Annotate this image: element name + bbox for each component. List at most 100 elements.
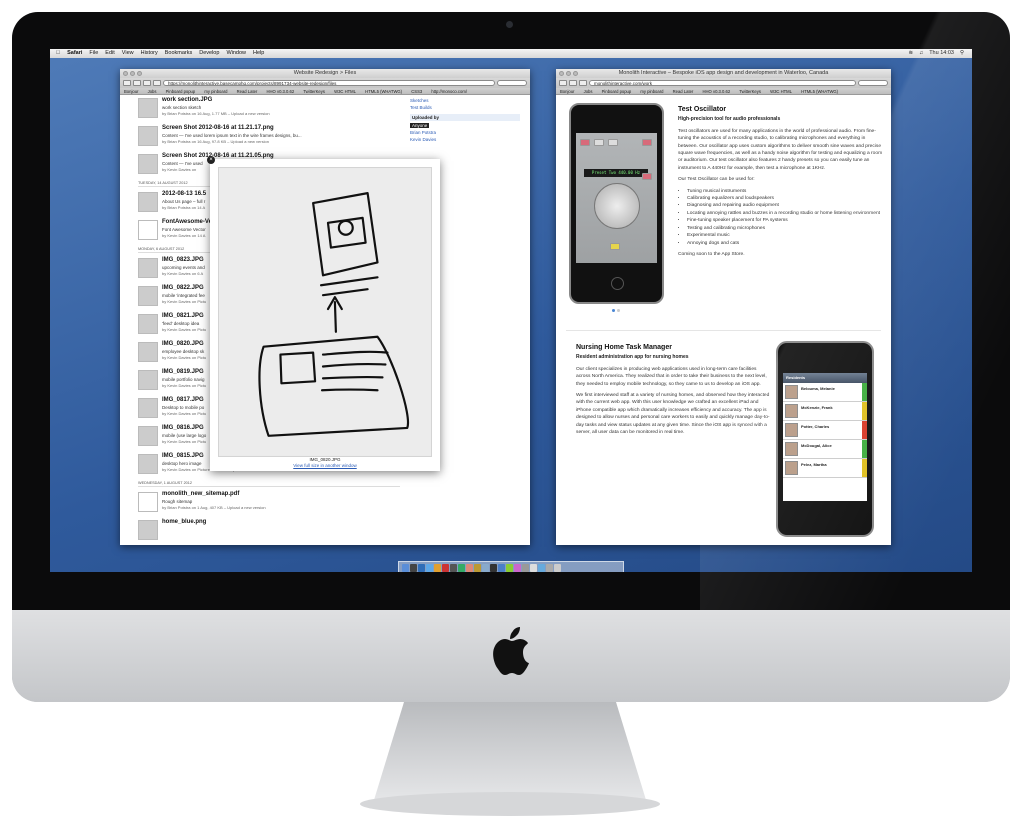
back-button[interactable]: [559, 80, 567, 86]
menu-file[interactable]: File: [89, 49, 98, 58]
view-full-size-link[interactable]: View full size in another window: [210, 463, 440, 468]
menu-help[interactable]: Help: [253, 49, 264, 58]
app-icon[interactable]: [498, 564, 505, 572]
file-name[interactable]: home_blue.png: [162, 519, 206, 525]
apple-menu-icon[interactable]: : [56, 49, 60, 58]
bookmark-item[interactable]: http://monoco.com/: [431, 89, 467, 94]
app-icon[interactable]: [506, 564, 513, 572]
file-name[interactable]: work section.JPG: [162, 97, 212, 103]
share-button[interactable]: [579, 80, 587, 86]
bookmark-item[interactable]: Jobs: [584, 89, 593, 94]
bookmark-item[interactable]: TwitterKeys: [303, 89, 325, 94]
menu-clock[interactable]: Thu 14:03: [929, 49, 954, 58]
app-icon[interactable]: [418, 564, 425, 572]
file-item[interactable]: Screen Shot 2012-08-16 at 11.21.17.png Co…: [138, 124, 400, 150]
file-name[interactable]: IMG_0823.JPG: [162, 257, 204, 263]
filter-person[interactable]: Brian Potstra: [410, 130, 520, 135]
bookmark-item[interactable]: W3C HTML: [334, 89, 356, 94]
file-thumbnail[interactable]: [138, 286, 158, 306]
address-bar[interactable]: https://monolithinteractive.basecamphq.c…: [163, 80, 495, 86]
finder-icon[interactable]: [402, 564, 409, 572]
app-icon[interactable]: [522, 564, 529, 572]
file-name[interactable]: IMG_0816.JPG: [162, 425, 204, 431]
search-field[interactable]: [497, 80, 527, 86]
app-icon[interactable]: [458, 564, 465, 572]
bookmark-item[interactable]: TwitterKeys: [739, 89, 761, 94]
zoom-window-icon[interactable]: [573, 71, 578, 76]
file-thumbnail[interactable]: [138, 454, 158, 474]
file-item[interactable]: home_blue.png: [138, 518, 400, 544]
app-icon[interactable]: [434, 564, 441, 572]
file-name[interactable]: IMG_0817.JPG: [162, 397, 204, 403]
reader-button[interactable]: [153, 80, 161, 86]
file-name[interactable]: IMG_0822.JPG: [162, 285, 204, 291]
sidebar-link[interactable]: Test Builds: [410, 105, 520, 110]
app-icon[interactable]: [530, 564, 537, 572]
app-icon[interactable]: [474, 564, 481, 572]
bookmark-item[interactable]: W3C HTML: [770, 89, 792, 94]
menu-view[interactable]: View: [122, 49, 134, 58]
app-icon[interactable]: [514, 564, 521, 572]
filter-anyone[interactable]: Anyone: [410, 123, 430, 128]
menu-app-name[interactable]: Safari: [67, 49, 82, 58]
spotlight-icon[interactable]: ⚲: [960, 49, 964, 58]
bookmark-item[interactable]: Pinboard popup: [602, 89, 632, 94]
app-icon[interactable]: [442, 564, 449, 572]
bookmark-item[interactable]: Bonjour: [560, 89, 574, 94]
app-icon[interactable]: [546, 564, 553, 572]
menu-window[interactable]: Window: [226, 49, 246, 58]
file-name[interactable]: FontAwesome-Ve: [162, 219, 212, 225]
file-thumbnail[interactable]: [138, 398, 158, 418]
file-name[interactable]: 2012-08-13 16.5: [162, 191, 206, 197]
bookmark-item[interactable]: Pinboard popup: [166, 89, 196, 94]
bookmark-item[interactable]: my pinboard: [204, 89, 227, 94]
pdf-file-icon[interactable]: [138, 492, 158, 512]
minimize-window-icon[interactable]: [130, 71, 135, 76]
share-button[interactable]: [143, 80, 151, 86]
app-icon[interactable]: [450, 564, 457, 572]
bookmark-item[interactable]: my pinboard: [640, 89, 663, 94]
app-icon[interactable]: [490, 564, 497, 572]
close-window-icon[interactable]: [123, 71, 128, 76]
close-window-icon[interactable]: [559, 71, 564, 76]
app-icon[interactable]: [482, 564, 489, 572]
file-thumbnail[interactable]: [138, 192, 158, 212]
sidebar-link[interactable]: Sketches: [410, 98, 520, 103]
app-icon[interactable]: [538, 564, 545, 572]
bookmark-item[interactable]: Jobs: [148, 89, 157, 94]
search-field[interactable]: [858, 80, 888, 86]
forward-button[interactable]: [133, 80, 141, 86]
file-thumbnail[interactable]: [138, 258, 158, 278]
file-name[interactable]: monolith_new_sitemap.pdf: [162, 491, 239, 497]
bookmark-item[interactable]: HHO v0.3.0.62: [267, 89, 295, 94]
menu-history[interactable]: History: [141, 49, 158, 58]
carousel-dots[interactable]: [612, 309, 620, 312]
back-button[interactable]: [123, 80, 131, 86]
file-name[interactable]: IMG_0820.JPG: [162, 341, 204, 347]
file-thumbnail[interactable]: [138, 370, 158, 390]
bookmark-item[interactable]: HTML5 (WHATWG): [801, 89, 838, 94]
bookmark-item[interactable]: Read Later: [673, 89, 694, 94]
file-name[interactable]: IMG_0821.JPG: [162, 313, 204, 319]
filter-person[interactable]: Kevin Davies: [410, 137, 520, 142]
volume-icon[interactable]: ♫: [919, 49, 923, 58]
bookmark-item[interactable]: HTML5 (WHATWG): [365, 89, 402, 94]
file-name[interactable]: IMG_0819.JPG: [162, 369, 204, 375]
file-item[interactable]: monolith_new_sitemap.pdf Rough sitemap by …: [138, 490, 400, 516]
bookmark-item[interactable]: Bonjour: [124, 89, 138, 94]
wifi-icon[interactable]: ≋: [908, 49, 913, 58]
address-bar[interactable]: monolithinteractive.com/work: [589, 80, 856, 86]
menu-edit[interactable]: Edit: [105, 49, 114, 58]
file-thumbnail[interactable]: [138, 342, 158, 362]
close-icon[interactable]: ×: [207, 156, 215, 164]
window-titlebar[interactable]: Website Redesign > Files: [120, 69, 530, 78]
file-name[interactable]: IMG_0815.JPG: [162, 453, 204, 459]
safari-icon[interactable]: [426, 564, 433, 572]
app-icon[interactable]: [466, 564, 473, 572]
pdf-file-icon[interactable]: [138, 220, 158, 240]
app-icon[interactable]: [410, 564, 417, 572]
menu-bookmarks[interactable]: Bookmarks: [165, 49, 193, 58]
bookmark-item[interactable]: CSS3: [411, 89, 422, 94]
menu-develop[interactable]: Develop: [199, 49, 219, 58]
file-thumbnail[interactable]: [138, 314, 158, 334]
